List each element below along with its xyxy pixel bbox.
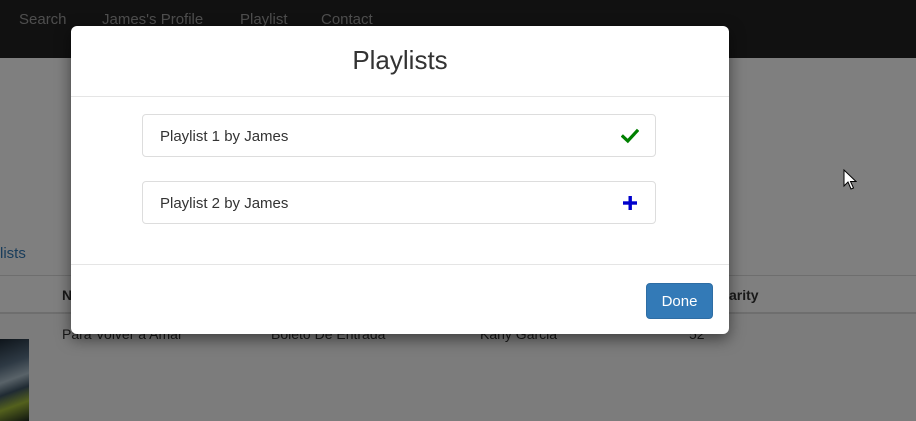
playlist-item-label: Playlist 2 by James	[160, 195, 289, 212]
modal-footer: Done	[71, 264, 729, 335]
playlists-modal: Playlists Playlist 1 by James Playlist 2…	[71, 26, 729, 334]
done-button[interactable]: Done	[646, 283, 713, 319]
plus-icon	[621, 194, 639, 212]
mouse-cursor-icon	[843, 168, 858, 190]
playlist-item-label: Playlist 1 by James	[160, 128, 289, 145]
modal-header: Playlists	[71, 26, 729, 97]
playlist-item-1[interactable]: Playlist 1 by James	[142, 114, 656, 157]
modal-title: Playlists	[352, 45, 448, 75]
playlist-item-2[interactable]: Playlist 2 by James	[142, 181, 656, 224]
check-icon	[620, 127, 640, 145]
